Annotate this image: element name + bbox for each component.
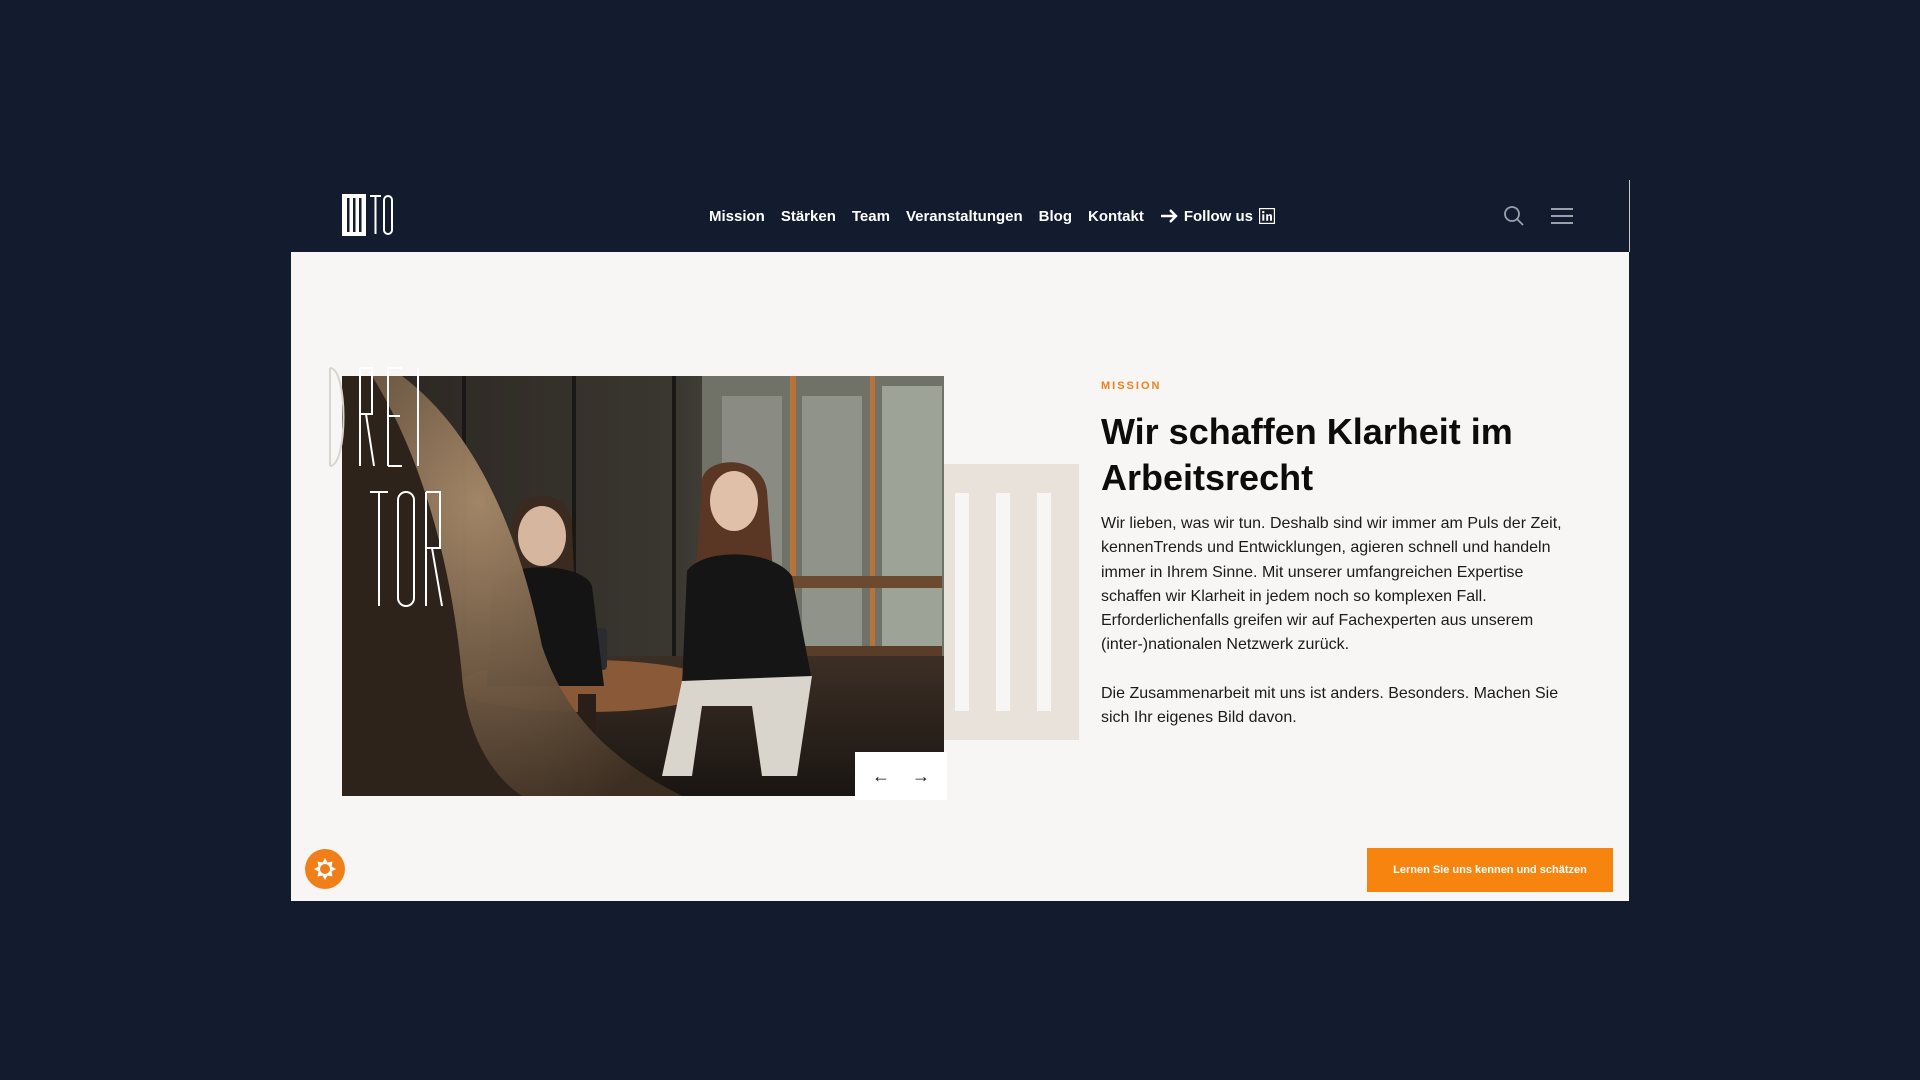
decor-bar <box>996 493 1010 711</box>
section-eyebrow: MISSION <box>1101 380 1162 392</box>
site-header: Mission Stärken Team Veranstaltungen Blo… <box>291 180 1630 252</box>
nav-staerken[interactable]: Stärken <box>781 208 836 225</box>
body-paragraph-1: Wir lieben, was wir tun. Deshalb sind wi… <box>1101 515 1562 654</box>
nav-blog[interactable]: Blog <box>1039 208 1072 225</box>
nav-mission[interactable]: Mission <box>709 208 765 225</box>
search-icon[interactable] <box>1502 204 1526 228</box>
website-frame: Mission Stärken Team Veranstaltungen Blo… <box>291 180 1630 901</box>
linkedin-icon <box>1259 208 1275 224</box>
beige-decor-panel <box>944 464 1079 740</box>
body-paragraph-2: Die Zusammenarbeit mit uns ist anders. B… <box>1101 684 1559 727</box>
mission-section: ← → MISSION Wir schaffen Klarheit im Arb… <box>291 252 1629 901</box>
follow-us-label: Follow us <box>1183 207 1253 225</box>
nav-kontakt[interactable]: Kontakt <box>1088 208 1144 225</box>
slider-next-button[interactable]: → <box>912 767 930 785</box>
drei-tor-wordmark-icon <box>329 367 443 607</box>
section-body: Wir lieben, was wir tun. Deshalb sind wi… <box>1101 512 1577 754</box>
slider-controls: ← → <box>855 752 947 800</box>
learn-more-button[interactable]: Lernen Sie uns kennen und schätzen <box>1367 848 1613 892</box>
arrow-right-icon <box>1160 209 1178 223</box>
cookie-settings-icon[interactable] <box>305 849 345 889</box>
dreitor-logo-icon[interactable] <box>342 194 398 236</box>
hamburger-menu-icon[interactable] <box>1550 206 1574 226</box>
follow-us-link[interactable]: Follow us <box>1160 208 1275 225</box>
slider-prev-button[interactable]: ← <box>872 767 890 785</box>
nav-veranstaltungen[interactable]: Veranstaltungen <box>906 208 1023 225</box>
main-navigation: Mission Stärken Team Veranstaltungen Blo… <box>709 180 1275 252</box>
nav-team[interactable]: Team <box>852 208 890 225</box>
decor-bar <box>955 493 969 711</box>
section-title: Wir schaffen Klarheit im Arbeitsrecht <box>1101 411 1513 498</box>
decor-bar <box>1037 493 1051 711</box>
